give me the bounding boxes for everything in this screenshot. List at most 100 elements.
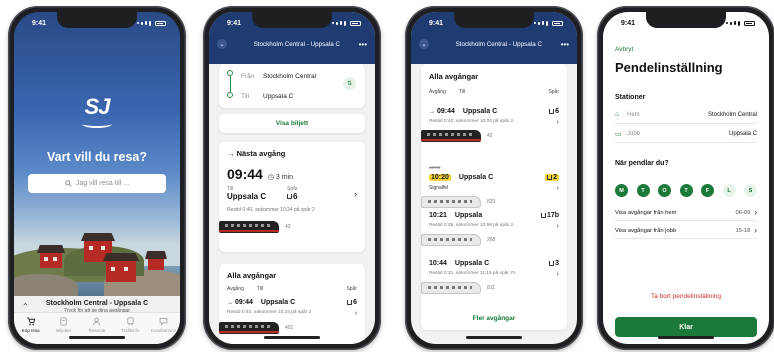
chevron-down-icon[interactable]: ⌄ — [419, 39, 429, 49]
battery-icon — [155, 20, 166, 26]
platform-icon — [287, 194, 292, 200]
train-image: 811 — [421, 282, 567, 294]
home-icon: ⌂ — [615, 111, 620, 118]
platform-icon — [547, 174, 553, 180]
platform-icon — [549, 260, 555, 266]
tab-traffic-info[interactable]: Trafikinfo — [116, 317, 144, 344]
done-button[interactable]: Klar — [615, 317, 757, 337]
swap-icon[interactable]: ⇅ — [343, 77, 356, 90]
notch — [454, 12, 534, 28]
departures-screen: 9:41 ⌄ Stockholm Central - Uppsala C •••… — [411, 12, 577, 344]
home-indicator — [264, 336, 320, 339]
departures-header: Avgång Till Spår — [429, 89, 559, 95]
more-icon[interactable]: ••• — [359, 40, 367, 49]
weekday-selector: M T O T F L S — [615, 184, 757, 197]
day-toggle[interactable]: F — [701, 184, 714, 197]
headline: Vart vill du resa? — [46, 150, 148, 164]
next-time: 09:44 — [227, 166, 263, 182]
more-departures-link[interactable]: Fler avgångar — [421, 315, 567, 322]
day-toggle[interactable]: T — [636, 184, 650, 197]
route-header: ⌄ Stockholm Central - Uppsala C ••• — [411, 39, 577, 49]
departure-row[interactable]: 10:21 Uppsala 17b Restid 0:38, ankommer … — [421, 212, 567, 246]
day-toggle[interactable]: M — [615, 184, 628, 197]
sj-logo: SJ — [84, 94, 111, 119]
platform-icon — [549, 108, 555, 114]
work-time-row[interactable]: Visa avgångar från jobb 15-18 › — [615, 223, 757, 239]
chevron-right-icon: › — [556, 185, 559, 192]
phone-commute: 9:41 ⌄ Stockholm Central - Uppsala C •••… — [203, 6, 381, 350]
departure-row[interactable]: 10:44 Uppsala C 3 Restid 0:31, ankommer … — [421, 260, 567, 294]
arrow-right-icon: → — [227, 299, 233, 306]
cart-icon — [26, 317, 36, 326]
showcase: 9:41 SJ Vart vill du resa? Jag vill resa… — [0, 0, 774, 352]
remove-commute-link[interactable]: Ta bort pendelinställning — [603, 293, 769, 300]
train-icon — [127, 317, 134, 326]
all-departures-list: Alla avgångar Avgång Till Spår → 09:44 U… — [421, 64, 567, 330]
day-toggle[interactable]: S — [744, 184, 757, 197]
signal-icon — [534, 20, 563, 26]
tab-buy-trip[interactable]: Köp resa — [17, 317, 45, 344]
departure-info: Restid 0:40, ankommer 10:24 på spår 2 › — [227, 310, 357, 317]
home-time-row[interactable]: Visa avgångar från hem 06-09 › — [615, 205, 757, 221]
home-indicator — [466, 336, 522, 339]
briefcase-icon: ▭ — [615, 130, 622, 138]
route-header: ⌄ Stockholm Central - Uppsala C ••• — [209, 39, 375, 49]
train-image: 42 — [219, 221, 357, 233]
tab-bar: Köp resa Biljetter Resenär Trafikinfo Ku… — [14, 312, 180, 344]
cancel-link[interactable]: Avbryt — [615, 46, 633, 53]
chat-icon — [159, 317, 168, 326]
day-toggle[interactable]: O — [658, 184, 671, 197]
work-station-row[interactable]: ▭ Jobb Uppsala C — [615, 125, 757, 143]
day-toggle[interactable]: L — [722, 184, 736, 197]
train-image: 268 — [421, 234, 567, 246]
day-toggle[interactable]: T — [679, 184, 693, 197]
more-icon[interactable]: ••• — [561, 40, 569, 49]
chevron-right-icon: › — [556, 223, 559, 230]
tab-tickets[interactable]: Biljetter — [50, 317, 78, 344]
next-track: 6 — [287, 192, 354, 201]
all-departures-title: Alla avgångar — [227, 271, 277, 280]
departures-header: Avgång Till Spår — [227, 286, 357, 292]
show-ticket-button[interactable]: Visa biljett — [219, 114, 365, 133]
tab-traveller[interactable]: Resenär — [83, 317, 111, 344]
phone-home: 9:41 SJ Vart vill du resa? Jag vill resa… — [8, 6, 186, 350]
page-title: Pendelinställning — [615, 60, 723, 75]
tab-customer-service[interactable]: Kundservice — [149, 317, 177, 344]
stations-title: Stationer — [615, 94, 646, 101]
home-station-row[interactable]: ⌂ Hem Stockholm Central — [615, 106, 757, 124]
chevron-right-icon: › — [354, 188, 357, 199]
days-title: När pendlar du? — [615, 160, 669, 167]
phone-departures: 9:41 ⌄ Stockholm Central - Uppsala C •••… — [405, 6, 583, 350]
train-image: 820 — [421, 196, 567, 208]
battery-icon — [350, 20, 361, 26]
destination-search[interactable]: Jag vill resa till ... — [28, 174, 166, 193]
platform-icon — [540, 212, 546, 218]
train-number: 401 — [285, 325, 294, 331]
saved-trip-title: Stockholm Central - Uppsala C — [45, 300, 149, 307]
status-time: 9:41 — [32, 19, 47, 27]
battery-icon — [744, 20, 755, 26]
platform-icon — [347, 299, 353, 305]
departure-row-delayed[interactable]: 10:09 10:20 Uppsala C 2 Signalfel › 820 — [421, 156, 567, 208]
home-indicator — [69, 336, 125, 339]
signal-icon — [726, 20, 755, 26]
chevron-up-icon: ⌃ — [22, 302, 29, 311]
chevron-down-icon[interactable]: ⌄ — [217, 39, 227, 49]
to-row[interactable]: Till Uppsala C — [219, 86, 365, 106]
logo-swoosh — [82, 120, 112, 128]
home-screen: 9:41 SJ Vart vill du resa? Jag vill resa… — [14, 12, 180, 344]
next-departure-card[interactable]: → Nästa avgång 09:44 ◷ 3 min Till Uppsal… — [219, 142, 365, 252]
route-title: Stockholm Central - Uppsala C — [455, 40, 543, 48]
arrow-right-icon: → — [227, 149, 237, 158]
phone-commute-settings: 9:41 Avbryt Pendelinställning Stationer … — [597, 6, 774, 350]
departure-row[interactable]: → 09:44 Uppsala C 6 — [219, 299, 365, 306]
notch — [646, 12, 726, 28]
search-placeholder: Jag vill resa till ... — [75, 180, 130, 187]
chevron-right-icon: › — [354, 310, 357, 317]
all-departures-card: Alla avgångar Avgång Till Spår → 09:44 U… — [219, 264, 365, 344]
notch — [252, 12, 332, 28]
search-icon — [65, 180, 72, 187]
departure-row[interactable]: → 09:44 Uppsala C 6 Restid 0:40, ankomme… — [421, 108, 567, 142]
next-info: Restid 0:40, ankommer 10:24 på spår 2 — [227, 207, 315, 213]
list-title: Alla avgångar — [429, 72, 479, 81]
